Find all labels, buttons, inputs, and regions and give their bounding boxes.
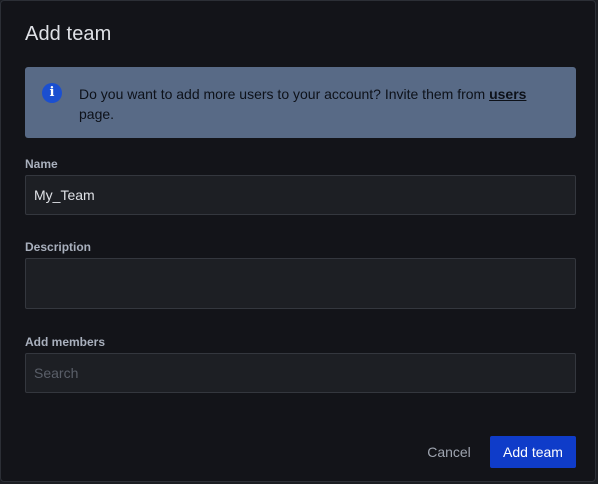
add-team-button[interactable]: Add team bbox=[490, 436, 576, 468]
dialog-title: Add team bbox=[25, 23, 112, 45]
description-label: Description bbox=[25, 240, 92, 254]
users-link[interactable]: users bbox=[489, 86, 526, 102]
info-text: Do you want to add more users to your ac… bbox=[79, 84, 559, 124]
info-text-before: Do you want to add more users to your ac… bbox=[79, 86, 490, 102]
description-input[interactable] bbox=[25, 258, 576, 309]
cancel-button[interactable]: Cancel bbox=[419, 436, 479, 468]
add-team-dialog: Add team i Do you want to add more users… bbox=[0, 0, 596, 482]
info-icon: i bbox=[42, 83, 62, 103]
info-banner: i Do you want to add more users to your … bbox=[25, 67, 576, 138]
add-members-label: Add members bbox=[25, 335, 106, 349]
member-search-input[interactable] bbox=[25, 353, 576, 393]
name-input[interactable] bbox=[25, 175, 576, 215]
name-label: Name bbox=[25, 157, 58, 171]
info-text-after: page. bbox=[79, 106, 115, 122]
